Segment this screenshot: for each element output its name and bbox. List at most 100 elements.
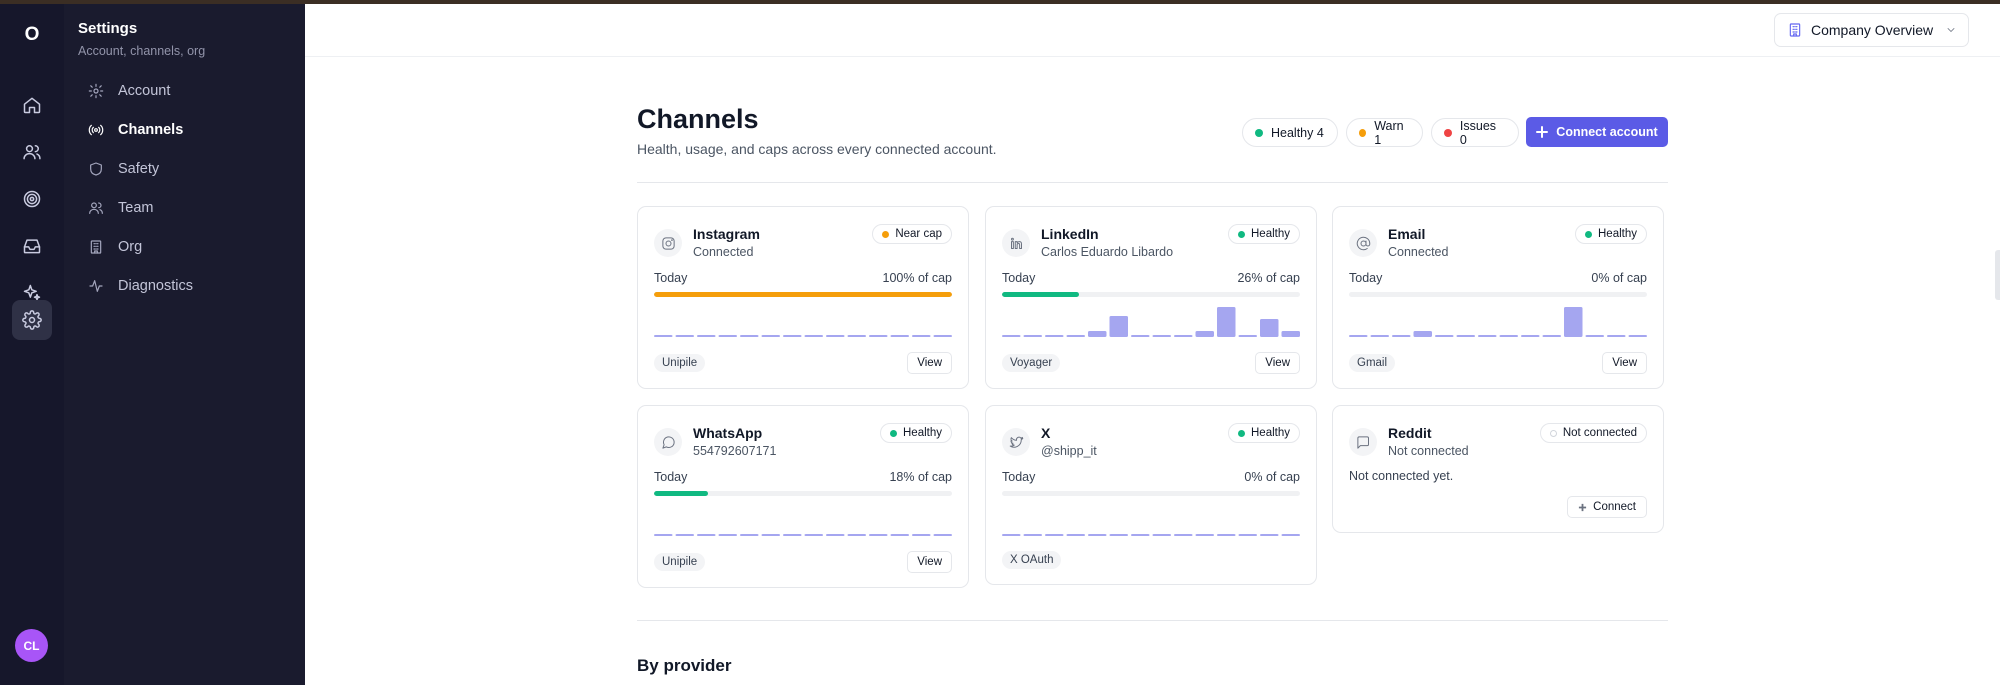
- channel-card-instagram: Instagram Connected Near cap Today 100% …: [637, 206, 969, 389]
- status-label: Healthy: [1251, 228, 1290, 240]
- provider-tag: Voyager: [1002, 354, 1061, 372]
- usage-cap: 0% of cap: [1244, 470, 1300, 484]
- usage-sparkline: [654, 534, 952, 536]
- sidebar-item-team[interactable]: Team: [88, 194, 153, 222]
- sidebar-item-label: Org: [118, 239, 143, 255]
- sidebar-item-channels[interactable]: Channels: [88, 116, 183, 144]
- sidebar-item-org[interactable]: Org: [88, 233, 142, 261]
- sidebar-item-account[interactable]: Account: [88, 77, 170, 105]
- sparkline-bar: [761, 534, 780, 536]
- view-button[interactable]: View: [1255, 352, 1300, 374]
- user-avatar[interactable]: CL: [15, 629, 48, 662]
- view-button[interactable]: View: [907, 551, 952, 573]
- sparkline-bar: [1109, 316, 1128, 337]
- channel-card-whatsapp: WhatsApp 554792607171 Healthy Today 18% …: [637, 405, 969, 588]
- healthy-dot: [1255, 128, 1263, 137]
- usage-bar: [654, 292, 952, 297]
- sparkline-bar: [1088, 534, 1107, 536]
- issues-dot: [1444, 128, 1452, 137]
- status-dot: [890, 429, 897, 437]
- plus-icon: [1579, 503, 1587, 511]
- status-badge: Near cap: [872, 224, 952, 244]
- sparkline-bar: [1109, 534, 1128, 536]
- sparkline-bar: [804, 335, 823, 337]
- message-square-icon: [1349, 428, 1377, 456]
- channel-account: Connected: [1388, 245, 1449, 259]
- usage-cap: 0% of cap: [1591, 271, 1647, 285]
- settings-rail-button[interactable]: [12, 300, 52, 340]
- connect-account-label: Connect account: [1556, 125, 1658, 139]
- status-label: Healthy: [1251, 427, 1290, 439]
- channel-account: Not connected: [1388, 444, 1469, 458]
- sparkline-bar: [1413, 331, 1432, 337]
- people-rail-button[interactable]: [12, 132, 52, 172]
- healthy-count: Healthy 4: [1271, 125, 1324, 140]
- sparkline-bar: [933, 335, 952, 337]
- sparkline-bar: [1023, 335, 1042, 337]
- sparkline-bar: [826, 335, 845, 337]
- status-dot: [1549, 429, 1557, 437]
- channel-name: X: [1041, 425, 1051, 441]
- sparkline-bar: [761, 335, 780, 337]
- channel-name: LinkedIn: [1041, 226, 1099, 242]
- sparkline-bar: [783, 335, 802, 337]
- connect-button[interactable]: Connect: [1567, 496, 1647, 518]
- usage-sparkline: [654, 335, 952, 337]
- sparkline-bar: [1066, 335, 1085, 337]
- sidebar-item-safety[interactable]: Safety: [88, 155, 159, 183]
- view-button[interactable]: View: [1602, 352, 1647, 374]
- home-icon: [23, 97, 41, 114]
- usage-period: Today: [1002, 470, 1036, 484]
- issues-count-pill[interactable]: Issues 0: [1431, 118, 1519, 147]
- usage-bar-fill: [654, 491, 708, 496]
- status-badge: Healthy: [880, 423, 952, 443]
- sparkline-bar: [1238, 335, 1257, 337]
- status-label: Healthy: [903, 427, 942, 439]
- issues-count: Issues 0: [1459, 118, 1497, 147]
- sparkline-bar: [890, 534, 909, 536]
- sparkline-bar: [1521, 335, 1540, 337]
- page-title: Channels: [637, 104, 759, 134]
- sparkline-bar: [1585, 335, 1604, 337]
- warn-count-pill[interactable]: Warn 1: [1346, 118, 1423, 147]
- header-divider: [637, 182, 1668, 183]
- sparkline-bar: [1152, 335, 1171, 337]
- sparkline-bar: [1542, 335, 1561, 337]
- status-badge: Healthy: [1228, 423, 1300, 443]
- healthy-count-pill[interactable]: Healthy 4: [1242, 118, 1338, 147]
- activity-icon: [89, 280, 103, 292]
- status-dot: [1238, 230, 1245, 238]
- org-selector[interactable]: Company Overview: [1774, 13, 1969, 47]
- connect-account-button[interactable]: Connect account: [1526, 117, 1668, 147]
- sparkline-bar: [1002, 335, 1021, 337]
- status-dot: [1585, 230, 1592, 238]
- usage-sparkline: [1002, 307, 1300, 337]
- channel-name: Reddit: [1388, 425, 1432, 441]
- sidebar-item-label: Account: [118, 83, 171, 99]
- chevron-down-icon: [1947, 28, 1955, 32]
- building-icon: [1789, 23, 1801, 37]
- inbox-rail-button[interactable]: [12, 226, 52, 266]
- sparkline-bar: [1260, 319, 1279, 337]
- icon-rail: O CL: [0, 4, 64, 685]
- sidebar-item-label: Diagnostics: [118, 278, 193, 294]
- sparkline-bar: [654, 335, 673, 337]
- message-circle-icon: [654, 428, 682, 456]
- status-badge: Healthy: [1575, 224, 1647, 244]
- sidebar-item-diagnostics[interactable]: Diagnostics: [88, 272, 193, 300]
- status-label: Not connected: [1562, 427, 1637, 439]
- app-logo[interactable]: O: [0, 24, 64, 46]
- view-button[interactable]: View: [907, 352, 952, 374]
- sparkline-bar: [1349, 335, 1368, 337]
- targets-rail-button[interactable]: [12, 179, 52, 219]
- status-label: Healthy: [1598, 228, 1637, 240]
- target-icon: [23, 190, 41, 208]
- sparkline-bar: [718, 335, 737, 337]
- sparkline-bar: [1131, 534, 1150, 536]
- home-rail-button[interactable]: [12, 85, 52, 125]
- sparkline-bar: [740, 534, 759, 536]
- top-bar: [305, 4, 2000, 57]
- twitter-icon: [1002, 428, 1030, 456]
- scroll-edge-handle[interactable]: [1995, 250, 2000, 300]
- warn-count: Warn 1: [1374, 118, 1404, 147]
